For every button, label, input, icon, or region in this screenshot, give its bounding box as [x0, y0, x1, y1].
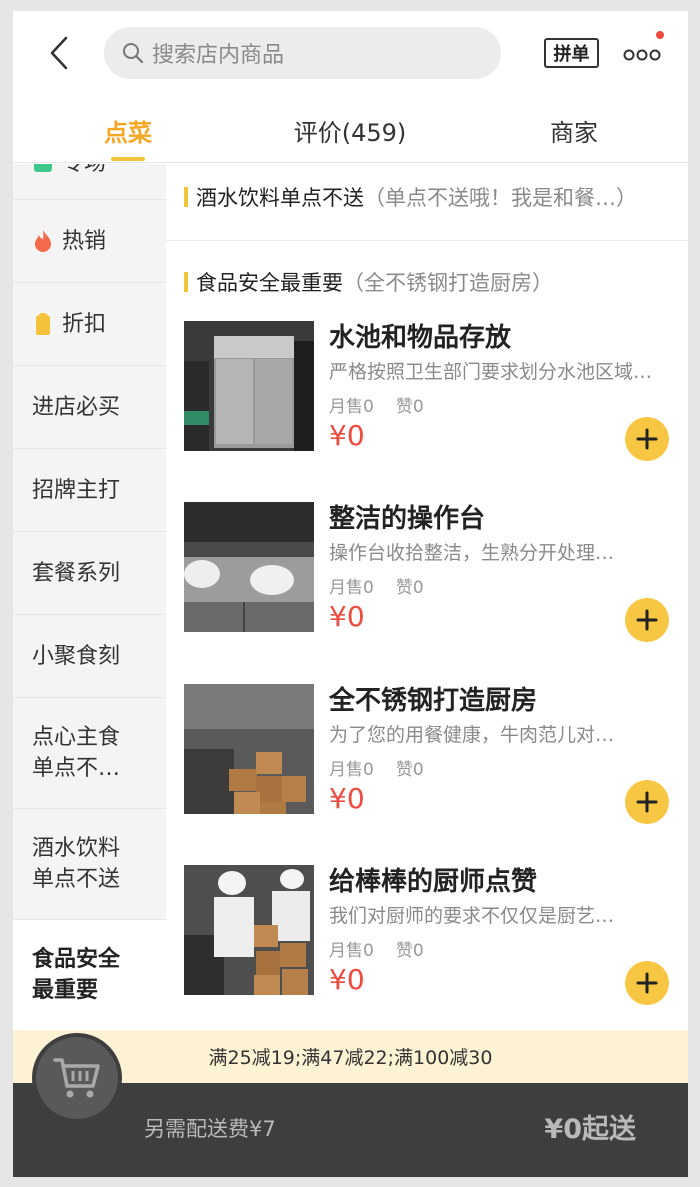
sidebar-item-label: 折扣: [62, 311, 107, 337]
dish-item[interactable]: 全不锈钢打造厨房 为了您的用餐健康，牛肉范儿对… 月售0 赞0 ¥0: [184, 684, 684, 824]
category-subtitle: （单点不送哦！我是和餐…）: [364, 186, 637, 210]
dish-image: [184, 502, 314, 632]
monthly-sales: 月售0: [329, 578, 374, 598]
category-sidebar: 专场 热销 折扣 进店必买 招牌主打 套餐系列 小聚食刻 点心主食单点不…: [13, 164, 166, 1030]
cart-button[interactable]: [32, 1033, 122, 1123]
phone-screen: 搜索店内商品 拼单 点菜 评价(459) 商家 专场: [13, 11, 688, 1177]
plus-icon: [636, 972, 658, 994]
monthly-sales: 月售0: [329, 941, 374, 961]
minimum-order-text: ¥0起送: [544, 1114, 636, 1145]
sidebar-item-set-meals[interactable]: 套餐系列: [13, 532, 166, 615]
dish-image: [184, 321, 314, 451]
tab-merchant[interactable]: 商家: [499, 97, 649, 163]
dish-item[interactable]: 整洁的操作台 操作台收拾整洁，生熟分开处理… 月售0 赞0 ¥0: [184, 502, 684, 642]
category-header-food-safety: 食品安全最重要 （全不锈钢打造厨房）: [184, 264, 684, 300]
sidebar-item-signature[interactable]: 招牌主打: [13, 449, 166, 532]
dish-image: [184, 684, 314, 814]
category-header-drinks: 酒水饮料单点不送 （单点不送哦！我是和餐…）: [184, 179, 684, 215]
likes-count: 赞0: [395, 578, 424, 598]
dish-name: 全不锈钢打造厨房: [329, 686, 538, 716]
header: 搜索店内商品 拼单: [13, 11, 688, 97]
sidebar-item-special[interactable]: 专场: [13, 164, 166, 200]
add-to-cart-button[interactable]: [625, 780, 669, 824]
sidebar-item-must-buy[interactable]: 进店必买: [13, 366, 166, 449]
group-order-button[interactable]: 拼单: [544, 38, 599, 68]
delivery-fee-text: 另需配送费¥7: [144, 1117, 276, 1141]
dish-description: 我们对厨师的要求不仅仅是厨艺…: [329, 905, 615, 927]
dish-stats: 月售0 赞0: [329, 936, 424, 961]
sidebar-item-label: 专场: [62, 164, 106, 179]
likes-count: 赞0: [395, 941, 424, 961]
dish-stats: 月售0 赞0: [329, 755, 424, 780]
sidebar-item-label: 套餐系列: [32, 560, 121, 586]
dish-name: 整洁的操作台: [329, 504, 486, 534]
monthly-sales: 月售0: [329, 760, 374, 780]
discount-tag-icon: [32, 312, 54, 336]
likes-count: 赞0: [395, 397, 424, 417]
dish-description: 操作台收拾整洁，生熟分开处理…: [329, 542, 615, 564]
dish-stats: 月售0 赞0: [329, 392, 424, 417]
more-button[interactable]: [623, 39, 663, 69]
search-bar[interactable]: 搜索店内商品: [104, 27, 501, 79]
plus-icon: [636, 428, 658, 450]
tab-reviews[interactable]: 评价(459): [275, 97, 425, 163]
tag-icon: [32, 164, 54, 175]
dish-price: ¥0: [329, 782, 365, 815]
sidebar-item-drinks[interactable]: 酒水饮料单点不送: [13, 809, 166, 920]
sidebar-item-gathering[interactable]: 小聚食刻: [13, 615, 166, 698]
tab-bar: 点菜 评价(459) 商家: [13, 97, 688, 163]
sidebar-item-label: 招牌主打: [32, 477, 121, 503]
sidebar-item-label: 热销: [62, 228, 107, 254]
category-subtitle: （全不锈钢打造厨房）: [343, 271, 553, 295]
dish-name: 给棒棒的厨师点赞: [329, 867, 538, 897]
dish-item[interactable]: 给棒棒的厨师点赞 我们对厨师的要求不仅仅是厨艺… 月售0 赞0 ¥0: [184, 865, 684, 1005]
dish-stats: 月售0 赞0: [329, 573, 424, 598]
sidebar-item-label: 食品安全最重要: [32, 947, 121, 1003]
category-title: 酒水饮料单点不送: [196, 186, 364, 210]
sidebar-item-label: 小聚食刻: [32, 643, 121, 669]
sidebar-item-discount[interactable]: 折扣: [13, 283, 166, 366]
dish-image: [184, 865, 314, 995]
search-placeholder: 搜索店内商品: [152, 43, 285, 68]
sidebar-item-dimsum[interactable]: 点心主食单点不…: [13, 698, 166, 809]
sidebar-item-hot[interactable]: 热销: [13, 200, 166, 283]
search-icon: [123, 43, 144, 64]
menu-content: 酒水饮料单点不送 （单点不送哦！我是和餐…） 食品安全最重要 （全不锈钢打造厨房）: [166, 164, 688, 1030]
cart-bar: 另需配送费¥7 ¥0起送: [13, 1033, 688, 1177]
sidebar-item-label: 进店必买: [32, 394, 121, 420]
back-button[interactable]: [39, 33, 79, 73]
likes-count: 赞0: [395, 760, 424, 780]
dish-price: ¥0: [329, 600, 365, 633]
more-dots-icon: [623, 49, 661, 61]
add-to-cart-button[interactable]: [625, 417, 669, 461]
monthly-sales: 月售0: [329, 397, 374, 417]
sidebar-item-label: 点心主食单点不…: [32, 725, 121, 781]
category-title: 食品安全最重要: [196, 271, 343, 295]
shopping-cart-icon: [53, 1058, 100, 1098]
plus-icon: [636, 791, 658, 813]
sidebar-item-food-safety[interactable]: 食品安全最重要: [13, 920, 166, 1030]
dish-name: 水池和物品存放: [329, 323, 512, 353]
dish-price: ¥0: [329, 419, 365, 452]
active-tab-indicator: [111, 157, 145, 161]
notification-dot: [656, 31, 664, 39]
dish-price: ¥0: [329, 963, 365, 996]
add-to-cart-button[interactable]: [625, 598, 669, 642]
sidebar-item-label: 酒水饮料单点不送: [32, 836, 121, 892]
flame-icon: [32, 229, 54, 253]
divider: [166, 240, 688, 241]
add-to-cart-button[interactable]: [625, 961, 669, 1005]
dish-description: 严格按照卫生部门要求划分水池区域…: [329, 361, 653, 383]
plus-icon: [636, 609, 658, 631]
tab-order[interactable]: 点菜: [53, 97, 203, 163]
dish-item[interactable]: 水池和物品存放 严格按照卫生部门要求划分水池区域… 月售0 赞0 ¥0: [184, 321, 684, 461]
dish-description: 为了您的用餐健康，牛肉范儿对…: [329, 724, 615, 746]
chevron-left-icon: [50, 36, 68, 70]
